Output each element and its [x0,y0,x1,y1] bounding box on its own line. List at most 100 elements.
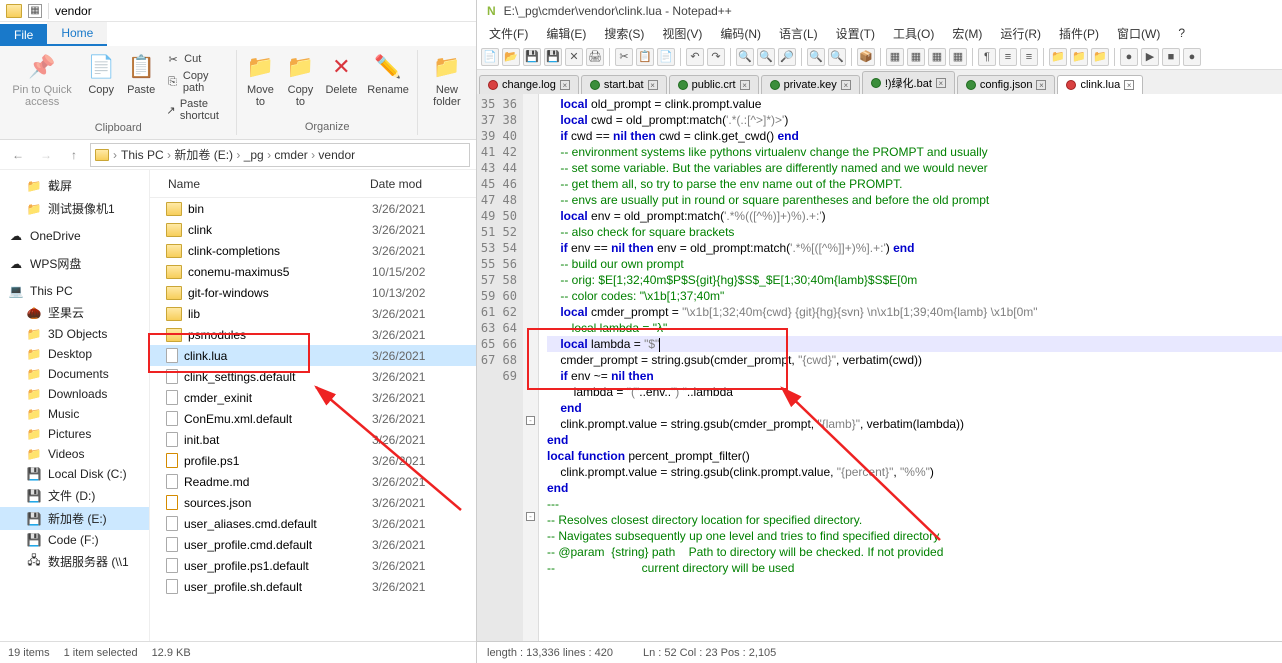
tab-file[interactable]: File [0,24,47,46]
qat-icon[interactable]: ▦ [28,4,42,18]
toolbar-button[interactable]: ✂ [615,48,633,66]
file-row[interactable]: clink_settings.default3/26/2021 [150,366,476,387]
toolbar-button[interactable]: ¶ [978,48,996,66]
menu-item[interactable]: 编辑(E) [542,23,590,44]
file-rows[interactable]: bin3/26/2021clink3/26/2021clink-completi… [150,198,476,641]
file-row[interactable]: psmodules3/26/2021 [150,324,476,345]
npp-titlebar[interactable]: N E:\_pg\cmder\vendor\clink.lua - Notepa… [477,0,1282,22]
tree-item[interactable]: 📁测试摄像机1 [0,197,149,220]
close-icon[interactable]: × [936,78,946,88]
toolbar-button[interactable]: 📦 [857,48,875,66]
editor[interactable]: 35 36 37 38 39 40 41 42 43 44 45 46 47 4… [477,94,1282,641]
toolbar-button[interactable]: ↷ [707,48,725,66]
code-area[interactable]: local old_prompt = clink.prompt.value lo… [539,94,1282,641]
file-row[interactable]: profile.ps13/26/2021 [150,450,476,471]
file-row[interactable]: clink-completions3/26/2021 [150,240,476,261]
tab-home[interactable]: Home [47,22,107,46]
menu-item[interactable]: 运行(R) [996,23,1045,44]
file-row[interactable]: clink3/26/2021 [150,219,476,240]
copy-button[interactable]: 📄Copy [86,52,116,96]
rename-button[interactable]: ✏️Rename [367,52,409,96]
toolbar-button[interactable]: 💾 [544,48,562,66]
file-row[interactable]: user_profile.cmd.default3/26/2021 [150,534,476,555]
file-row[interactable]: user_profile.ps1.default3/26/2021 [150,555,476,576]
copy-path-button[interactable]: ⎘Copy path [166,70,228,94]
close-icon[interactable]: × [841,80,851,90]
file-row[interactable]: lib3/26/2021 [150,303,476,324]
toolbar-button[interactable]: 📁 [1091,48,1109,66]
tree-item[interactable]: 📁3D Objects [0,324,149,344]
menu-item[interactable]: ? [1174,24,1189,42]
menu-item[interactable]: 设置(T) [832,23,879,44]
toolbar-button[interactable]: 📁 [1070,48,1088,66]
toolbar-button[interactable]: 📁 [1049,48,1067,66]
menu-item[interactable]: 工具(O) [889,23,938,44]
editor-tab[interactable]: !)绿化.bat× [862,71,955,94]
file-row[interactable]: bin3/26/2021 [150,198,476,219]
toolbar-button[interactable]: ▦ [886,48,904,66]
file-row[interactable]: user_profile.sh.default3/26/2021 [150,576,476,597]
close-icon[interactable]: × [560,80,570,90]
tree-item[interactable]: 📁Music [0,404,149,424]
menu-item[interactable]: 搜索(S) [600,23,648,44]
tree-item[interactable]: 📁Downloads [0,384,149,404]
tree-item[interactable]: 📁Documents [0,364,149,384]
toolbar-button[interactable]: ▦ [907,48,925,66]
toolbar-button[interactable]: 🖨 [586,48,604,66]
move-to-button[interactable]: 📁Move to [245,52,275,108]
delete-button[interactable]: ✕Delete [325,52,357,96]
breadcrumb-segment[interactable]: 新加卷 (E:) [174,148,233,162]
tree-item[interactable]: 💾新加卷 (E:) [0,507,149,530]
toolbar-button[interactable]: 🔍 [807,48,825,66]
tree-item[interactable]: 💾Code (F:) [0,530,149,550]
new-folder-button[interactable]: 📁New folder [426,52,468,108]
tree-item[interactable]: 📁Pictures [0,424,149,444]
file-row[interactable]: ConEmu.xml.default3/26/2021 [150,408,476,429]
file-row[interactable]: init.bat3/26/2021 [150,429,476,450]
back-button[interactable]: ← [6,143,30,167]
toolbar-button[interactable]: 📄 [481,48,499,66]
toolbar-button[interactable]: ↶ [686,48,704,66]
menu-item[interactable]: 宏(M) [948,23,986,44]
tree-item[interactable]: 🌰坚果云 [0,301,149,324]
npp-toolbar[interactable]: 📄📂💾💾✕🖨✂📋📄↶↷🔍🔍🔎🔍🔍📦▦▦▦▦¶≡≡📁📁📁●▶■● [477,44,1282,70]
menu-item[interactable]: 文件(F) [485,23,532,44]
cut-button[interactable]: ✂Cut [166,52,228,66]
editor-tab[interactable]: public.crt× [669,75,759,94]
file-row[interactable]: cmder_exinit3/26/2021 [150,387,476,408]
toolbar-button[interactable]: ▦ [928,48,946,66]
paste-button[interactable]: 📋Paste [126,52,156,96]
file-row[interactable]: conemu-maximus510/15/202 [150,261,476,282]
menu-item[interactable]: 编码(N) [716,23,765,44]
file-row[interactable]: git-for-windows10/13/202 [150,282,476,303]
copy-to-button[interactable]: 📁Copy to [285,52,315,108]
toolbar-button[interactable]: ≡ [999,48,1017,66]
col-name[interactable]: Name [150,177,370,191]
toolbar-button[interactable]: ▦ [949,48,967,66]
toolbar-button[interactable]: 🔍 [828,48,846,66]
close-icon[interactable]: × [740,80,750,90]
menu-item[interactable]: 插件(P) [1055,23,1103,44]
toolbar-button[interactable]: ● [1183,48,1201,66]
breadcrumb-segment[interactable]: This PC [121,148,164,162]
breadcrumb-segment[interactable]: vendor [318,148,355,162]
toolbar-button[interactable]: ≡ [1020,48,1038,66]
toolbar-button[interactable]: 📄 [657,48,675,66]
up-button[interactable]: ↑ [62,143,86,167]
menu-item[interactable]: 语言(L) [775,23,822,44]
address-bar[interactable]: › This PC › 新加卷 (E:) › _pg › cmder › ven… [90,143,470,167]
close-icon[interactable]: × [1124,80,1134,90]
editor-tab[interactable]: clink.lua× [1057,75,1143,94]
tree-item[interactable]: 💾Local Disk (C:) [0,464,149,484]
editor-tab[interactable]: private.key× [761,75,860,94]
toolbar-button[interactable]: 🔍 [736,48,754,66]
tree-item[interactable]: 📁截屏 [0,174,149,197]
paste-shortcut-button[interactable]: ↗Paste shortcut [166,98,228,122]
file-row[interactable]: user_aliases.cmd.default3/26/2021 [150,513,476,534]
toolbar-button[interactable]: 🔎 [778,48,796,66]
toolbar-button[interactable]: 🔍 [757,48,775,66]
tree-item[interactable]: 📁Videos [0,444,149,464]
editor-tab[interactable]: start.bat× [581,75,667,94]
npp-tabs[interactable]: change.log×start.bat×public.crt×private.… [477,70,1282,94]
tree-item[interactable]: 💻This PC [0,281,149,301]
